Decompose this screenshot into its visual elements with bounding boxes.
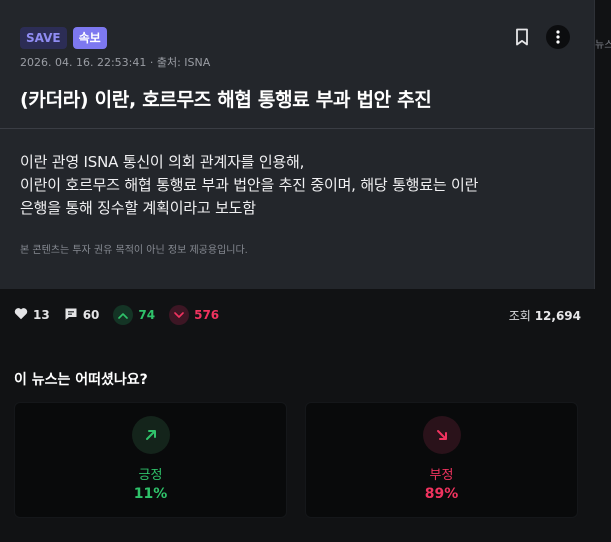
badge-row: SAVE 속보: [20, 27, 574, 49]
news-title: (카더라) 이란, 호르무즈 해협 통행료 부과 법안 추진: [20, 89, 432, 111]
header-actions: [510, 25, 570, 49]
news-header: SAVE 속보 2026. 04. 16. 22:53:41 · 출처: ISN…: [0, 0, 594, 129]
comment-count: 60: [82, 308, 100, 322]
comment-stat[interactable]: 60: [64, 307, 100, 324]
view-count: 조회 12,694: [509, 307, 581, 324]
view-count-value: 12,694: [534, 308, 581, 323]
vote-negative-button[interactable]: 부정 89%: [305, 402, 578, 518]
news-content: 이란 관영 ISNA 통신이 의회 관계자를 인용해, 이란이 호르무즈 해협 …: [0, 129, 594, 256]
heart-icon: [14, 307, 28, 323]
news-body-line: 이란이 호르무즈 해협 통행료 부과 법안을 추진 중이며, 해당 통행료는 이…: [20, 176, 479, 194]
more-vertical-icon[interactable]: [546, 25, 570, 49]
view-count-label: 조회: [508, 308, 531, 323]
news-body: 이란 관영 ISNA 통신이 의회 관계자를 인용해, 이란이 호르무즈 해협 …: [20, 151, 574, 220]
news-body-line: 은행을 통해 징수할 계획이라고 보도함: [20, 199, 256, 217]
vote-positive-percent: 11%: [133, 486, 168, 502]
upvote-count: 74: [138, 308, 156, 322]
trend-down-icon: [422, 416, 461, 454]
vote-negative-label: 부정: [429, 468, 454, 483]
save-badge: SAVE: [20, 27, 67, 49]
like-stat[interactable]: 13: [14, 307, 50, 323]
news-card: SAVE 속보 2026. 04. 16. 22:53:41 · 출처: ISN…: [0, 0, 595, 289]
trend-up-icon: [131, 416, 170, 454]
stats-bar: 13 60 74 576 조회 12,694: [14, 305, 581, 325]
vote-positive-button[interactable]: 긍정 11%: [14, 402, 287, 518]
breaking-badge: 속보: [72, 27, 107, 49]
vote-positive-label: 긍정: [138, 468, 163, 483]
sidebar-peek-text: 뉴스: [595, 40, 611, 51]
sentiment-question: 이 뉴스는 어떠셨나요?: [14, 372, 148, 388]
disclaimer: 본 콘텐츠는 투자 권유 목적이 아닌 정보 제공용입니다.: [20, 245, 248, 256]
chevron-down-icon: [169, 305, 190, 325]
downvote-count: 576: [194, 308, 220, 322]
downvote-stat[interactable]: 576: [169, 305, 219, 325]
news-meta: 2026. 04. 16. 22:53:41 · 출처: ISNA: [20, 56, 211, 69]
news-body-line: 이란 관영 ISNA 통신이 의회 관계자를 인용해,: [20, 153, 305, 171]
like-count: 13: [33, 308, 50, 322]
comment-icon: [64, 307, 78, 324]
bookmark-icon[interactable]: [510, 25, 534, 49]
chevron-up-icon: [113, 305, 134, 325]
upvote-stat[interactable]: 74: [113, 305, 155, 325]
vote-negative-percent: 89%: [424, 486, 459, 502]
